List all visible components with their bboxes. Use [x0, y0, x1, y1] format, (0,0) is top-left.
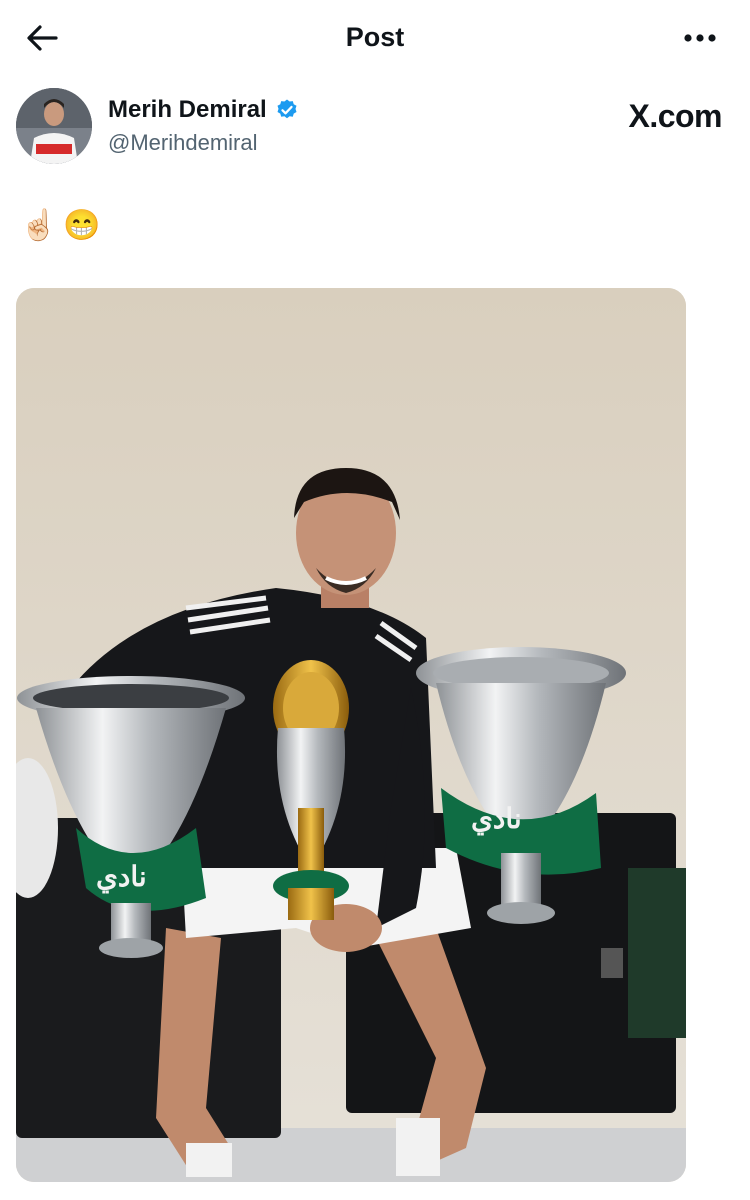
verified-badge-icon [277, 99, 297, 119]
svg-text:نادي: نادي [96, 861, 147, 894]
pointing-up-emoji: ☝🏻 [20, 209, 58, 242]
more-options-button[interactable] [678, 22, 722, 54]
author-name: Merih Demiral [108, 96, 267, 123]
author-name-row[interactable]: Merih Demiral [108, 96, 299, 124]
post-text: ☝🏻 😁 [20, 208, 101, 243]
svg-text:نادي: نادي [471, 803, 522, 836]
profile-photo-icon [16, 88, 92, 164]
grinning-emoji: 😁 [63, 209, 101, 242]
more-dots-icon [684, 34, 716, 42]
top-bar: Post [0, 0, 750, 76]
post-author: Merih Demiral @Merihdemiral X.com [16, 88, 736, 168]
author-handle[interactable]: @Merihdemiral [108, 130, 257, 156]
page-title: Post [345, 22, 405, 52]
site-watermark: X.com [628, 98, 722, 134]
avatar[interactable] [16, 88, 92, 164]
post-photo[interactable]: نادي نادي [16, 288, 686, 1182]
photo-player-with-trophies-icon: نادي نادي [16, 288, 686, 1182]
